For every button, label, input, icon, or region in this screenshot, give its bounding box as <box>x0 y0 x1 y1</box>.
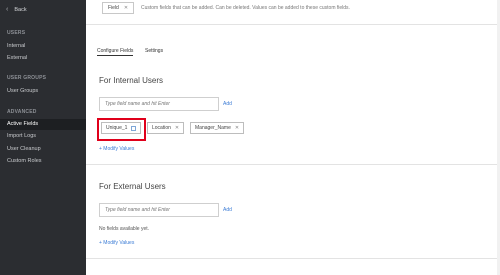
divider <box>86 24 500 25</box>
tab-settings[interactable]: Settings <box>145 48 163 54</box>
sidebar-item-import-logs[interactable]: Import Logs <box>7 133 36 139</box>
internal-modify-values-link[interactable]: + Modify Values <box>99 146 134 152</box>
highlight-box <box>97 118 146 141</box>
external-field-input[interactable] <box>99 203 219 217</box>
close-icon[interactable]: ✕ <box>235 125 239 131</box>
external-modify-values-link[interactable]: + Modify Values <box>99 240 134 246</box>
tab-configure-fields[interactable]: Configure Fields <box>97 48 134 56</box>
legend-field-chip: Field ✕ <box>102 2 135 14</box>
internal-users-heading: For Internal Users <box>99 76 164 85</box>
back-label: Back <box>14 6 27 13</box>
external-users-heading: For External Users <box>99 182 166 191</box>
external-add-button[interactable]: Add <box>223 207 232 213</box>
sidebar-item-active-fields[interactable]: Active Fields <box>7 121 38 127</box>
legend-chip-label: Field <box>108 5 119 11</box>
field-chip-label: Location <box>152 125 171 131</box>
sidebar-item-internal[interactable]: Internal <box>7 43 25 49</box>
section-advanced: ADVANCED <box>7 109 37 115</box>
sidebar-item-user-groups[interactable]: User Groups <box>7 88 38 94</box>
close-icon[interactable]: ✕ <box>175 125 179 131</box>
sidebar: ‹ Back USERS Internal External USER GROU… <box>0 0 86 275</box>
internal-field-input[interactable] <box>99 97 219 111</box>
close-icon: ✕ <box>123 5 129 11</box>
field-chip-manager-name[interactable]: Manager_Name ✕ <box>190 122 245 134</box>
sidebar-item-external[interactable]: External <box>7 55 27 61</box>
divider <box>86 164 500 165</box>
sidebar-item-user-cleanup[interactable]: User Cleanup <box>7 146 41 152</box>
divider <box>86 258 500 259</box>
external-empty-text: No fields available yet. <box>99 226 150 232</box>
back-link[interactable]: ‹ Back <box>6 6 27 13</box>
chevron-left-icon: ‹ <box>6 6 9 13</box>
section-user-groups: USER GROUPS <box>7 75 47 81</box>
field-chip-location[interactable]: Location ✕ <box>147 122 185 134</box>
field-chip-label: Manager_Name <box>195 125 231 131</box>
sidebar-item-custom-roles[interactable]: Custom Roles <box>7 158 42 164</box>
internal-add-button[interactable]: Add <box>223 101 232 107</box>
legend-description: Custom fields that can be added. Can be … <box>141 5 350 11</box>
section-users: USERS <box>7 30 26 36</box>
